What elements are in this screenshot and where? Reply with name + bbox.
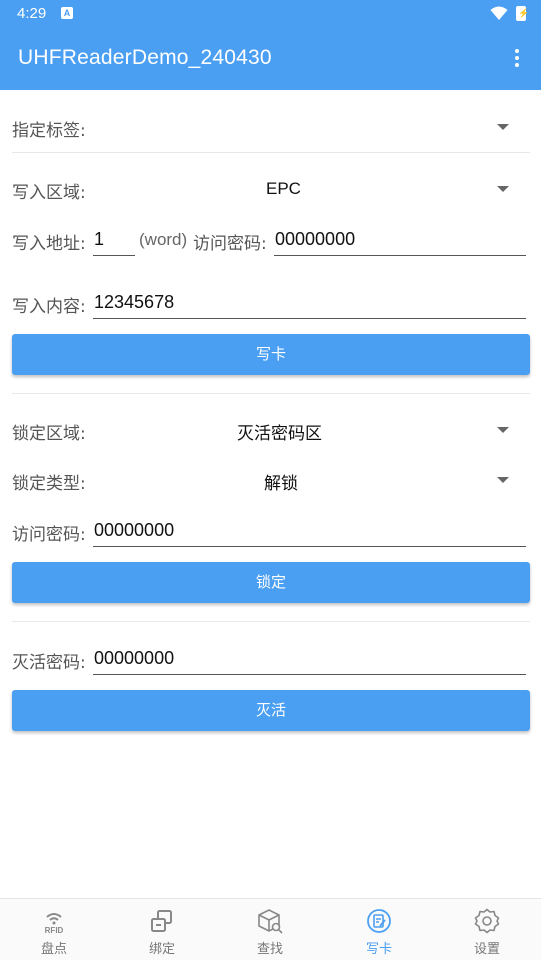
input-underline: [93, 255, 135, 256]
lock-area-value: 灭活密码区: [237, 424, 322, 444]
nav-label: 设置: [473, 942, 500, 957]
chevron-down-icon: [497, 124, 509, 130]
lock-button[interactable]: 锁定: [12, 562, 530, 603]
lock-area-label: 锁定区域:: [12, 424, 86, 444]
kill-password-input[interactable]: 00000000: [93, 645, 526, 675]
notification-icon: A: [61, 7, 73, 19]
nav-label: 绑定: [148, 942, 175, 957]
lock-area-dropdown[interactable]: 灭活密码区: [100, 411, 530, 449]
bottom-nav: RFID 盘点 绑定 查找 写卡 设置: [0, 898, 541, 960]
nav-item-bind[interactable]: 绑定: [108, 899, 216, 960]
nav-item-write-card[interactable]: 写卡: [325, 899, 433, 960]
write-address-value: 1: [94, 229, 105, 249]
write-content-input[interactable]: 12345678: [93, 289, 526, 319]
nav-label: 写卡: [365, 942, 392, 957]
kill-password-value: 00000000: [94, 648, 175, 668]
write-area-value: EPC: [266, 179, 301, 198]
nav-label: 盘点: [40, 942, 67, 957]
nav-label: 查找: [256, 942, 283, 957]
status-time: 4:29: [17, 5, 47, 22]
write-address-label: 写入地址:: [12, 234, 86, 254]
lock-type-label: 锁定类型:: [12, 474, 86, 494]
input-underline: [93, 546, 526, 547]
nav-item-inventory[interactable]: RFID 盘点: [0, 899, 108, 960]
lock-type-value: 解锁: [264, 474, 298, 494]
write-area-label: 写入区域:: [12, 183, 86, 203]
write-card-button[interactable]: 写卡: [12, 334, 530, 375]
lock-password-label: 访问密码:: [12, 525, 86, 545]
rfid-badge-text: RFID: [45, 926, 64, 934]
kill-password-label: 灭活密码:: [12, 653, 86, 673]
more-options-icon[interactable]: [511, 49, 523, 71]
write-content-value: 12345678: [94, 292, 175, 312]
input-underline: [274, 255, 526, 256]
rfid-icon: RFID: [45, 913, 64, 934]
app-bar: UHFReaderDemo_240430: [0, 28, 541, 90]
battery-icon: ⚡: [516, 6, 529, 21]
chevron-down-icon: [497, 427, 509, 433]
input-underline: [93, 318, 526, 319]
divider: [12, 621, 530, 622]
lock-password-value: 00000000: [94, 520, 175, 540]
divider: [12, 152, 530, 153]
write-password-input[interactable]: 00000000: [274, 226, 526, 256]
lock-type-dropdown[interactable]: 解锁: [100, 461, 530, 499]
status-bar: 4:29 A ⚡: [0, 0, 541, 28]
gear-icon: [474, 908, 500, 934]
write-area-dropdown[interactable]: EPC: [100, 170, 530, 208]
lock-password-input[interactable]: 00000000: [93, 517, 526, 547]
chevron-down-icon: [497, 477, 509, 483]
search-box-icon: [258, 909, 283, 934]
write-card-icon: [367, 909, 391, 933]
wifi-icon: [490, 6, 508, 20]
nav-item-settings[interactable]: 设置: [433, 899, 541, 960]
bind-icon: [151, 910, 172, 932]
app-title: UHFReaderDemo_240430: [18, 46, 272, 69]
write-content-label: 写入内容:: [12, 297, 86, 317]
write-password-label: 访问密码:: [193, 234, 267, 254]
write-address-input[interactable]: 1: [93, 226, 135, 256]
nav-item-search[interactable]: 查找: [216, 899, 324, 960]
kill-button[interactable]: 灭活: [12, 690, 530, 731]
word-unit-label: (word): [139, 230, 188, 249]
write-password-value: 00000000: [275, 229, 356, 249]
input-underline: [93, 674, 526, 675]
divider: [12, 393, 530, 394]
chevron-down-icon: [497, 186, 509, 192]
tag-select-dropdown[interactable]: [100, 108, 530, 146]
tag-select-label: 指定标签:: [12, 121, 86, 141]
